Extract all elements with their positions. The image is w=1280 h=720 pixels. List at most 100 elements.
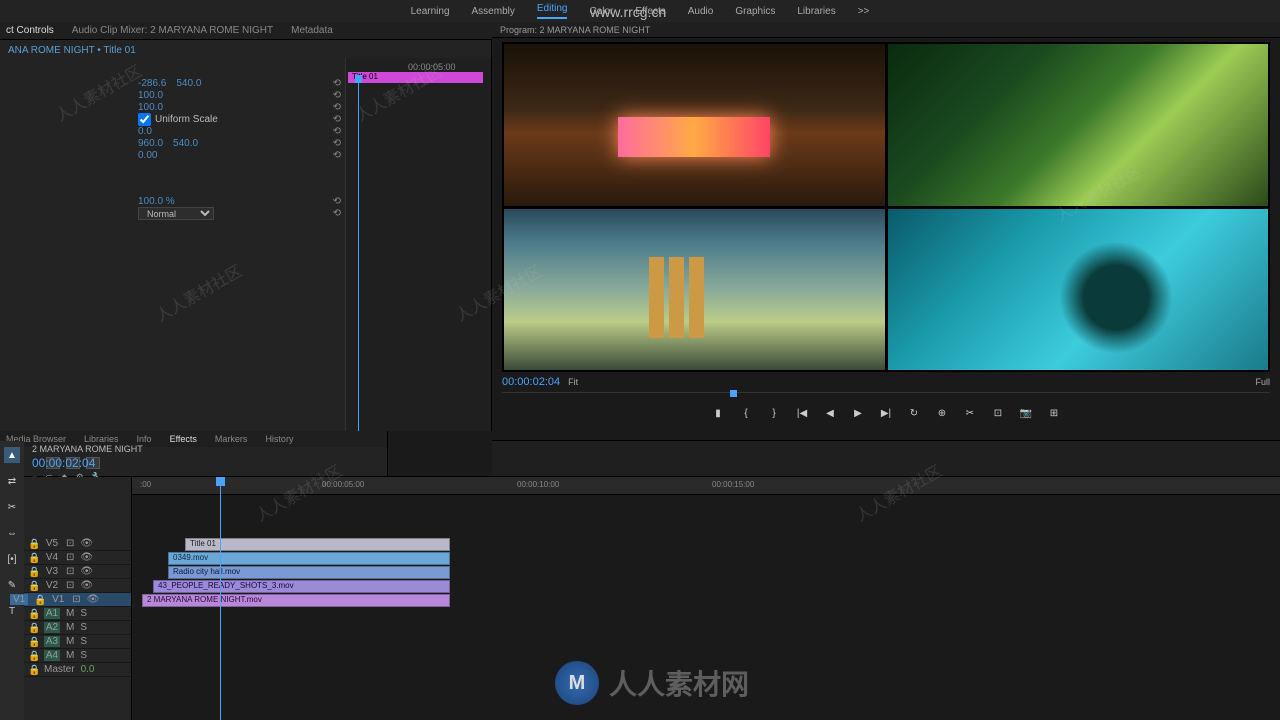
program-tab-label[interactable]: Program: 2 MARYANA ROME NIGHT [500,25,650,35]
step-back-button[interactable]: ◀ [823,406,837,420]
clip-v1[interactable]: 2 MARYANA ROME NIGHT.mov [142,594,450,607]
timeline-playhead[interactable] [220,477,221,720]
ec-anchor-y[interactable]: 540.0 [173,138,198,149]
ec-playhead[interactable] [358,83,359,431]
tab-audio-mixer[interactable]: Audio Clip Mixer: 2 MARYANA ROME NIGHT [72,25,273,36]
clip-title[interactable]: Title 01 [185,538,450,551]
track-header-a3[interactable]: 🔒A3MS [24,635,131,649]
reset-icon[interactable]: ⟲ [333,126,341,137]
time-ruler[interactable]: :00 00:00:05:00 00:00:10:00 00:00:15:00 [132,477,1280,495]
ws-editing[interactable]: Editing [537,3,568,19]
clip-v3[interactable]: Radio city hall.mov [168,566,450,579]
snapshot-button[interactable]: 📷 [1019,406,1033,420]
watermark-logo-text: 人人素材网 [609,663,749,703]
sequence-name[interactable]: 2 MARYANA ROME NIGHT [32,444,1272,454]
ec-scale[interactable]: 100.0 [138,90,163,101]
uniform-scale-input[interactable] [138,113,151,126]
pen-tool[interactable]: ✎ [4,577,20,593]
timeline-timecode[interactable]: 00:00:02:04 [32,456,1272,470]
clip-v2[interactable]: 43_PEOPLE_READY_SHOTS_3.mov [153,580,450,593]
type-tool[interactable]: T [4,603,20,619]
track-header-v2[interactable]: 🔒V2⊡👁 [24,579,131,593]
video-quad-2 [888,44,1269,206]
reset-icon[interactable]: ⟲ [333,114,341,125]
effect-controls-panel: ANA ROME NIGHT • Title 01 00:00:05:00 Ti… [0,40,492,431]
ws-audio[interactable]: Audio [688,6,714,17]
ruler-tick: 00:00:15:00 [712,480,754,489]
reset-icon[interactable]: ⟲ [333,102,341,113]
clip-v4[interactable]: 0349.mov [168,552,450,565]
ec-scale-w[interactable]: 100.0 [138,102,163,113]
resolution-full[interactable]: Full [1255,377,1270,387]
watermark-logo-icon: M [555,661,599,705]
ws-libraries[interactable]: Libraries [797,6,835,17]
program-scrubber[interactable] [502,392,1270,402]
track-header-a4[interactable]: 🔒A4MS [24,649,131,663]
ec-position-y[interactable]: 540.0 [176,78,201,89]
reset-icon[interactable]: ⟲ [333,78,341,89]
program-timecode[interactable]: 00:00:02:04 [502,376,560,388]
comparison-button[interactable]: ⊞ [1047,406,1061,420]
mark-in-icon[interactable]: { [739,406,753,420]
ws-learning[interactable]: Learning [411,6,450,17]
program-monitor[interactable] [502,42,1270,372]
tab-effect-controls[interactable]: ct Controls [6,25,54,36]
ws-assembly[interactable]: Assembly [472,6,515,17]
track-header-v1[interactable]: V1🔒V1⊡👁 [24,593,131,607]
ec-timecode: 00:00:05:00 [408,62,456,72]
track-header-a2[interactable]: 🔒A2MS [24,621,131,635]
slip-tool[interactable]: [•] [4,551,20,567]
uniform-scale-checkbox[interactable]: Uniform Scale [138,113,218,126]
watermark-logo: M 人人素材网 [555,661,749,705]
play-button[interactable]: ▶ [851,406,865,420]
mark-out-icon[interactable]: } [767,406,781,420]
reset-icon[interactable]: ⟲ [333,90,341,101]
playback-controls: ▮ { } |◀ ◀ ▶ ▶| ↻ ⊕ ✂ ⊡ 📷 ⊞ [492,402,1280,424]
lift-button[interactable]: ⊕ [935,406,949,420]
track-headers: 🔒V5⊡👁 🔒V4⊡👁 🔒V3⊡👁 🔒V2⊡👁 V1🔒V1⊡👁 🔒A1MS 🔒A… [24,477,132,720]
ec-rotation[interactable]: 0.0 [138,126,152,137]
ec-blend-mode[interactable]: Normal [138,207,214,220]
extract-button[interactable]: ✂ [963,406,977,420]
go-to-in-button[interactable]: |◀ [795,406,809,420]
ec-mini-timeline[interactable]: 00:00:05:00 Title 01 [345,58,491,431]
tab-metadata[interactable]: Metadata [291,25,333,36]
go-to-out-button[interactable]: ↻ [907,406,921,420]
ws-more[interactable]: >> [858,6,870,17]
razor-tool[interactable]: ⇔ [4,525,20,541]
selection-tool[interactable]: ▲ [4,447,20,463]
watermark-url: www.rrcg.cn [590,4,666,20]
ec-position-x[interactable]: -286.6 [138,78,166,89]
ec-opacity[interactable]: 100.0 % [138,196,175,207]
video-quad-3 [504,209,885,371]
ripple-tool[interactable]: ✂ [4,499,20,515]
ec-anchor-x[interactable]: 960.0 [138,138,163,149]
program-monitor-panel: Program: 2 MARYANA ROME NIGHT 00:00:02:0… [492,22,1280,440]
reset-icon[interactable]: ⟲ [333,208,341,219]
ws-graphics[interactable]: Graphics [735,6,775,17]
reset-icon[interactable]: ⟲ [333,138,341,149]
track-header-a1[interactable]: 🔒A1MS [24,607,131,621]
reset-icon[interactable]: ⟲ [333,196,341,207]
video-quad-4 [888,209,1269,371]
reset-icon[interactable]: ⟲ [333,150,341,161]
source-panel-tabs: ct Controls Audio Clip Mixer: 2 MARYANA … [0,22,492,40]
ec-clip-bar[interactable]: Title 01 [348,72,483,83]
video-quad-1 [504,44,885,206]
track-header-v4[interactable]: 🔒V4⊡👁 [24,551,131,565]
ruler-tick: 00:00:05:00 [322,480,364,489]
track-header-v3[interactable]: 🔒V3⊡👁 [24,565,131,579]
export-frame-button[interactable]: ⊡ [991,406,1005,420]
ec-properties: -286.6 540.0 ⟲ 100.0 ⟲ 100.0 ⟲ Uniform Scale… [0,78,345,220]
tools-column: ▲ ⇄ ✂ ⇔ [•] ✎ T [0,441,24,720]
mark-in-button[interactable]: ▮ [711,406,725,420]
ruler-tick: 00:00:10:00 [517,480,559,489]
zoom-fit[interactable]: Fit [568,377,578,387]
track-header-master[interactable]: 🔒Master0.0 [24,663,131,677]
ruler-tick: :00 [140,480,151,489]
step-fwd-button[interactable]: ▶| [879,406,893,420]
scrub-handle[interactable] [730,390,737,397]
track-header-v5[interactable]: 🔒V5⊡👁 [24,537,131,551]
ec-antiflicker[interactable]: 0.00 [138,150,157,161]
track-select-tool[interactable]: ⇄ [4,473,20,489]
